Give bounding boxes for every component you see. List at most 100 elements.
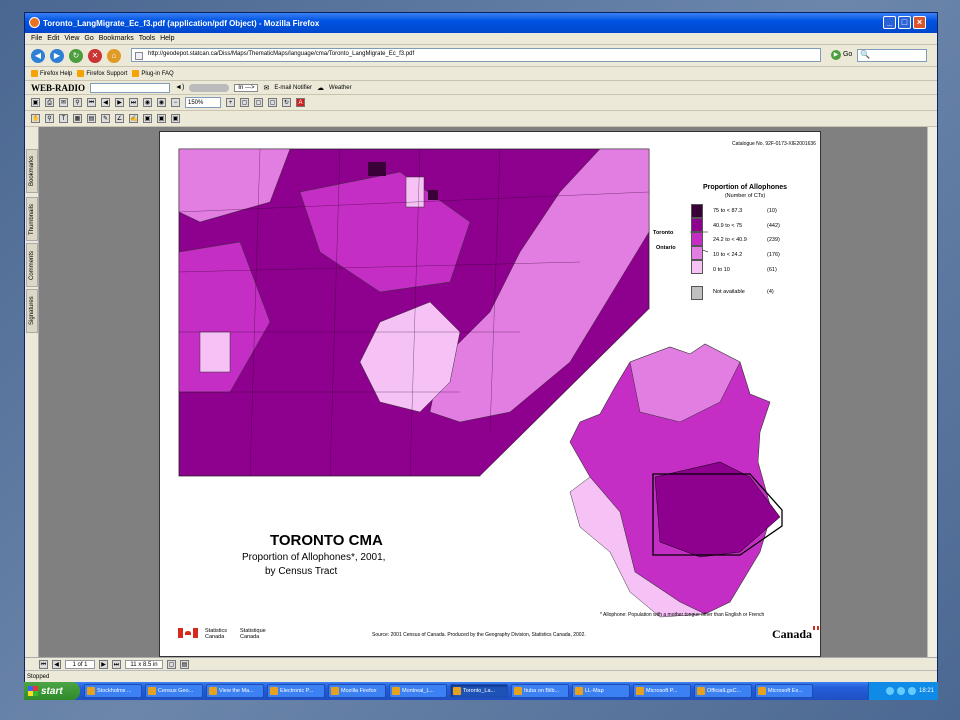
next-page-icon[interactable]: ▶ [115, 98, 124, 107]
last-page-icon[interactable]: ⏭ [129, 98, 138, 107]
back-view-icon[interactable]: ◉ [143, 98, 152, 107]
graphics-select-icon[interactable]: ▦ [73, 114, 82, 123]
tray-icon[interactable] [896, 687, 905, 695]
line-tool-icon[interactable]: ∠ [115, 114, 124, 123]
pencil-icon[interactable]: ✎ [101, 114, 110, 123]
save-icon[interactable]: ▣ [31, 98, 40, 107]
task-button[interactable]: Microsoft P... [633, 684, 691, 698]
rotate-icon[interactable]: ↻ [282, 98, 291, 107]
tab-signatures[interactable]: Signatures [26, 289, 38, 333]
reload-icon[interactable]: ↻ [69, 48, 83, 63]
layout-continuous-icon[interactable]: ▤ [180, 659, 189, 669]
go-button[interactable]: ▶ Go [831, 50, 852, 60]
form-icon[interactable]: ▣ [143, 114, 152, 123]
fit-page-icon[interactable]: ▢ [254, 98, 263, 107]
dark-tract [428, 190, 438, 200]
maximize-button[interactable]: □ [898, 16, 911, 29]
menu-help[interactable]: Help [160, 35, 174, 42]
hand-tool-icon[interactable]: ✋ [31, 114, 40, 123]
tray-icon[interactable] [907, 687, 916, 695]
task-button[interactable]: Microsoft Ex... [755, 684, 813, 698]
email-notifier[interactable]: E-mail Notifier [274, 85, 312, 91]
tab-thumbnails[interactable]: Thumbnails [26, 197, 38, 241]
text-select-icon[interactable]: T [59, 114, 68, 123]
search-input[interactable]: 🔍 [857, 49, 927, 62]
legend-count: (239) [767, 237, 780, 243]
task-button[interactable]: OfficialLgsC... [694, 684, 752, 698]
menu-edit[interactable]: Edit [47, 35, 59, 42]
form-icon-3[interactable]: ▣ [171, 114, 180, 123]
menu-go[interactable]: Go [84, 35, 93, 42]
back-icon[interactable]: ◀ [31, 48, 45, 63]
legend-subtitle: (Number of CTs) [724, 193, 766, 199]
home-icon[interactable]: ⌂ [107, 48, 121, 63]
tab-bookmarks[interactable]: Bookmarks [26, 149, 38, 193]
in-button[interactable]: In ---> [234, 83, 259, 92]
print-icon[interactable]: ⎙ [45, 98, 54, 107]
stop-icon[interactable]: ✕ [88, 48, 102, 63]
menu-file[interactable]: File [31, 35, 42, 42]
actual-size-icon[interactable]: ▢ [240, 98, 249, 107]
tray-icon[interactable] [885, 687, 894, 695]
weather-link[interactable]: Weather [329, 85, 352, 91]
prev-page-icon[interactable]: ◀ [52, 659, 61, 669]
prev-page-icon[interactable]: ◀ [101, 98, 110, 107]
task-button[interactable]: View the Ma... [206, 684, 264, 698]
form-icon-2[interactable]: ▣ [157, 114, 166, 123]
fit-width-icon[interactable]: ▢ [268, 98, 277, 107]
email-icon[interactable]: ✉ [59, 98, 68, 107]
last-page-icon[interactable]: ⏭ [112, 659, 121, 669]
forward-view-icon[interactable]: ◉ [157, 98, 166, 107]
next-page-icon[interactable]: ▶ [99, 659, 108, 669]
firefox-icon [29, 17, 40, 28]
menu-view[interactable]: View [64, 35, 79, 42]
tab-comments[interactable]: Comments [26, 243, 38, 287]
task-button[interactable]: Stockholms ... [84, 684, 142, 698]
first-page-icon[interactable]: ⏮ [87, 98, 96, 107]
first-page-icon[interactable]: ⏮ [39, 659, 48, 669]
windows-taskbar: start Stockholms ... Census Geo... View … [24, 682, 938, 700]
menu-bookmarks[interactable]: Bookmarks [99, 35, 134, 42]
zoom-in-icon[interactable]: + [226, 98, 235, 107]
volume-slider[interactable] [189, 83, 230, 92]
task-button[interactable]: LL-Map [572, 684, 630, 698]
bookmark-firefox-help[interactable]: Firefox Help [31, 70, 72, 77]
bookmark-firefox-support[interactable]: Firefox Support [77, 70, 127, 77]
bookmark-icon [77, 70, 85, 77]
menu-tools[interactable]: Tools [139, 35, 155, 42]
app-icon [331, 687, 339, 695]
task-button-active[interactable]: Toronto_La... [450, 684, 508, 698]
task-button[interactable]: Census Geo... [145, 684, 203, 698]
browser-status-bar: Stopped [25, 670, 937, 682]
note-icon[interactable]: ▤ [87, 114, 96, 123]
footnote: * Allophone: Population with a mother to… [600, 612, 765, 618]
search-icon[interactable]: ⚲ [73, 98, 82, 107]
bookmark-icon [132, 70, 140, 77]
volume-icon[interactable]: ◄) [175, 84, 184, 91]
webradio-logo[interactable]: WEB-RADIO [31, 83, 85, 93]
pdf-document-area[interactable]: Catalogue No. 92F-0173-XIE2001636 Propor… [39, 127, 929, 657]
adobe-icon[interactable]: A [296, 98, 305, 107]
close-button[interactable]: × [913, 16, 926, 29]
zoom-tool-icon[interactable]: ⚲ [45, 114, 54, 123]
task-button[interactable]: Montreal_L... [389, 684, 447, 698]
url-input[interactable]: http://geodepot.statcan.ca/Diss/Maps/The… [131, 48, 821, 62]
forward-icon[interactable]: ▶ [50, 48, 64, 63]
app-icon [453, 687, 461, 695]
task-button[interactable]: Electronic P... [267, 684, 325, 698]
bookmark-plugin-faq[interactable]: Plug-in FAQ [132, 70, 174, 77]
zoom-field[interactable]: 150% [185, 97, 221, 108]
task-button[interactable]: Ituba on Bilb... [511, 684, 569, 698]
vertical-scrollbar[interactable] [927, 127, 937, 657]
zoom-out-icon[interactable]: − [171, 98, 180, 107]
start-button[interactable]: start [24, 682, 80, 700]
minimize-button[interactable]: _ [883, 16, 896, 29]
station-combo[interactable] [90, 82, 171, 93]
pdf-page: Catalogue No. 92F-0173-XIE2001636 Propor… [159, 131, 821, 657]
task-button[interactable]: Mozilla Firefox [328, 684, 386, 698]
sign-icon[interactable]: ✍ [129, 114, 138, 123]
ontario-label: Ontario [656, 245, 676, 251]
layout-single-icon[interactable]: ▢ [167, 659, 176, 669]
legend-range: 0 to 10 [713, 267, 730, 273]
page-number-field[interactable]: 1 of 1 [65, 659, 95, 669]
